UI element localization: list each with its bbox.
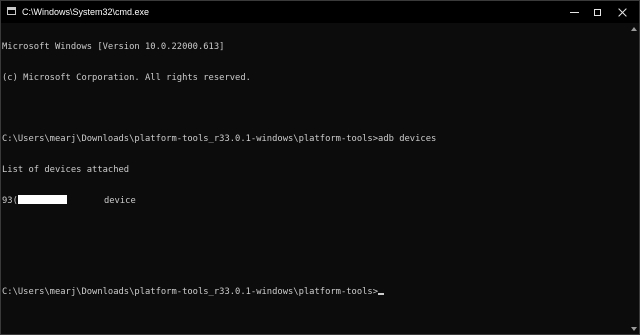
command-prompt-icon[interactable]: [7, 7, 16, 15]
close-button[interactable]: [599, 1, 639, 23]
command-prompt: C:\Users\mearj\Downloads\platform-tools_…: [2, 287, 379, 298]
device-list-row: 93( device: [2, 195, 628, 207]
console-output[interactable]: Microsoft Windows [Version 10.0.22000.61…: [2, 22, 628, 334]
scroll-up-icon[interactable]: [631, 27, 637, 31]
window-title: C:\Windows\System32\cmd.exe: [22, 7, 150, 17]
console-line: C:\Users\mearj\Downloads\platform-tools_…: [2, 134, 437, 145]
redacted-serial: [17, 195, 67, 205]
prompt-line[interactable]: C:\Users\mearj\Downloads\platform-tools_…: [2, 287, 628, 297]
device-state: device: [103, 196, 136, 207]
console-line: (c) Microsoft Corporation. All rights re…: [2, 73, 251, 83]
console-line: List of devices attached: [2, 164, 130, 175]
vertical-scrollbar[interactable]: [628, 23, 639, 334]
cmd-window: C:\Windows\System32\cmd.exe Microsoft Wi…: [0, 0, 640, 335]
text-cursor: [378, 293, 385, 296]
title-bar[interactable]: C:\Windows\System32\cmd.exe: [1, 1, 639, 23]
close-icon: [618, 8, 627, 17]
device-serial-prefix: 93(: [2, 196, 18, 207]
scroll-down-icon[interactable]: [631, 327, 637, 331]
console-line: Microsoft Windows [Version 10.0.22000.61…: [2, 42, 225, 53]
